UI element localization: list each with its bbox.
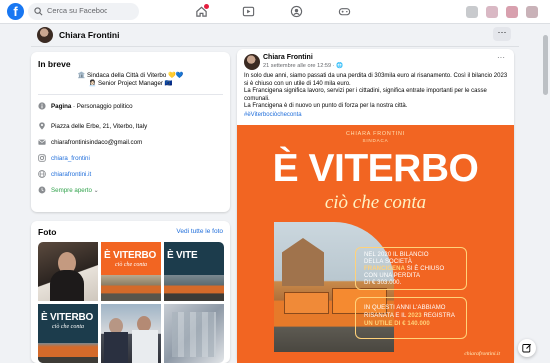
post-text: In solo due anni, siamo passati da una p… — [244, 73, 509, 120]
info-line-text: SI È CHIUSO — [405, 266, 445, 272]
hours-text: Sempre aperto — [51, 187, 92, 194]
info-line: NEL 2020 IL BILANCIO — [364, 252, 429, 258]
instagram-row: chiara_frontini — [38, 154, 226, 163]
info-line: FRANCIGENA SI È CHIUSO — [364, 266, 444, 273]
email[interactable]: chiarafrontinisindaco@gmail.com — [51, 139, 142, 146]
info-box: NEL 2020 IL BILANCIO DELLA SOCIETÀ FRANC… — [355, 247, 469, 353]
info-line: DI € 303.000. — [364, 280, 402, 286]
scrollbar-thumb[interactable] — [543, 35, 548, 95]
photo-subheadline: ciò che conta — [52, 324, 84, 330]
top-bar: f Cerca su Facebook — [0, 0, 550, 24]
divider — [31, 46, 519, 47]
post-card: Chiara Frontini 21 settembre alle ore 12… — [237, 49, 514, 363]
info-line: CON UNA PERDITA — [364, 273, 421, 279]
search-input[interactable]: Cerca su Facebook — [28, 3, 139, 20]
messenger-icon[interactable] — [486, 6, 498, 18]
post-image[interactable]: CHIARA FRONTINI SINDACA È VITERBO ciò ch… — [237, 125, 514, 363]
photo-thumbnail[interactable]: È VITERBO ciò che conta — [101, 242, 161, 301]
intro-title: In breve — [38, 59, 71, 69]
info-line-text: REGISTRA — [421, 313, 455, 319]
image-subheadline: ciò che conta — [324, 192, 427, 213]
photo-headline: È VITERBO — [104, 250, 157, 261]
intro-card: In breve 🏛️ Sindaca della Città di Viter… — [31, 52, 230, 212]
clock-icon — [38, 186, 46, 194]
instagram-icon — [38, 154, 46, 162]
hours-status[interactable]: Sempre aperto ⌄ — [51, 187, 99, 194]
menu-icon[interactable] — [466, 6, 478, 18]
info-highlight: UN UTILE DI € 140.000 — [364, 321, 430, 327]
email-row: chiarafrontinisindaco@gmail.com — [38, 138, 226, 147]
divider — [38, 94, 223, 95]
bio: 🏛️ Sindaca della Città di Viterbo 💛💙 👩🏻‍… — [38, 72, 223, 88]
info-line: RISANATA E IL 2023 REGISTRA — [364, 313, 455, 320]
photo-grid: È VITERBO ciò che conta È VITE È VITERBO… — [38, 242, 224, 363]
page-category: Pagina · Personaggio politico — [51, 103, 133, 110]
post-author[interactable]: Chiara Frontini — [263, 54, 313, 61]
post-text-line: La Francigena è di nuovo un punto di for… — [244, 103, 408, 110]
post-timestamp[interactable]: 21 settembre alle ore 12:59 · 🌐 — [263, 63, 343, 69]
photo-thumbnail[interactable]: È VITE — [164, 242, 224, 301]
chevron-down-icon: ⌄ — [93, 187, 99, 194]
instagram-link[interactable]: chiara_frontini — [51, 155, 90, 162]
more-options-button[interactable]: ··· — [493, 27, 511, 41]
globe-icon — [38, 170, 46, 178]
photo-thumbnail[interactable] — [101, 304, 161, 363]
see-all-photos-link[interactable]: Vedi tutte le foto — [176, 228, 223, 235]
avatar[interactable] — [37, 27, 53, 43]
scrollbar[interactable] — [543, 25, 548, 363]
profile-name[interactable]: Chiara Frontini — [59, 30, 119, 40]
mail-icon — [38, 139, 46, 145]
new-message-button[interactable] — [518, 339, 536, 357]
photos-title: Foto — [38, 227, 57, 237]
photo-headline: È VITE — [167, 250, 198, 261]
page-category-row: Pagina · Personaggio politico — [38, 102, 226, 111]
location-pin-icon — [39, 122, 45, 130]
image-name: CHIARA FRONTINI — [345, 131, 406, 137]
image-role: SINDACA — [362, 138, 389, 143]
photo-thumbnail[interactable]: È VITERBO ciò che conta — [38, 304, 98, 363]
photo-thumbnail[interactable] — [164, 304, 224, 363]
post-text-line: In solo due anni, siamo passati da una p… — [244, 73, 508, 87]
search-icon — [34, 7, 43, 16]
groups-icon[interactable] — [290, 5, 303, 18]
info-icon — [38, 102, 46, 110]
info-line-text: RISANATA E IL — [364, 313, 408, 319]
image-headline: È VITERBO — [272, 147, 479, 190]
website-link[interactable]: chiarafrontini.it — [51, 171, 91, 178]
info-highlight: 2023 — [407, 313, 422, 319]
bio-line: 👩🏻‍💼 Senior Project Manager 🇪🇺 — [88, 80, 173, 87]
info-line: IN QUESTI ANNI L'ABBIAMO — [364, 305, 446, 311]
photos-card: Foto Vedi tutte le foto È VITERBO ciò ch… — [31, 221, 230, 363]
page-category-text: · Personaggio politico — [71, 103, 133, 110]
page-label: Pagina — [51, 103, 72, 110]
notifications-icon[interactable] — [506, 6, 518, 18]
website-row: chiarafrontini.it — [38, 170, 226, 179]
compose-icon — [522, 343, 532, 353]
bio-line: 🏛️ Sindaca della Città di Viterbo 💛💙 — [77, 72, 184, 79]
notification-dot — [204, 4, 209, 9]
gaming-icon[interactable] — [338, 5, 351, 18]
account-avatar[interactable] — [526, 6, 538, 18]
video-icon[interactable] — [242, 5, 255, 18]
hashtag-link[interactable]: #èViterbociòcheconta — [244, 112, 509, 120]
info-highlight: FRANCIGENA — [364, 266, 405, 272]
image-signature: chiarafrontini.it — [464, 351, 500, 357]
address-row: Piazza delle Erbe, 21, Viterbo, Italy — [38, 122, 226, 131]
photo-thumbnail[interactable] — [38, 242, 98, 301]
photo-headline: È VITERBO — [41, 312, 94, 323]
hours-row: Sempre aperto ⌄ — [38, 186, 226, 195]
post-text-line: La Francigena significa lavoro, servizi … — [244, 88, 487, 102]
post-avatar[interactable] — [244, 54, 260, 70]
info-line: DELLA SOCIETÀ — [364, 259, 412, 265]
photo-subheadline: ciò che conta — [115, 262, 147, 268]
profile-header: Chiara Frontini — [31, 25, 519, 45]
address: Piazza delle Erbe, 21, Viterbo, Italy — [51, 123, 148, 130]
post-more-button[interactable]: ··· — [497, 53, 505, 62]
info-line: UN UTILE DI € 140.000 — [364, 321, 430, 328]
facebook-logo[interactable]: f — [7, 3, 24, 20]
